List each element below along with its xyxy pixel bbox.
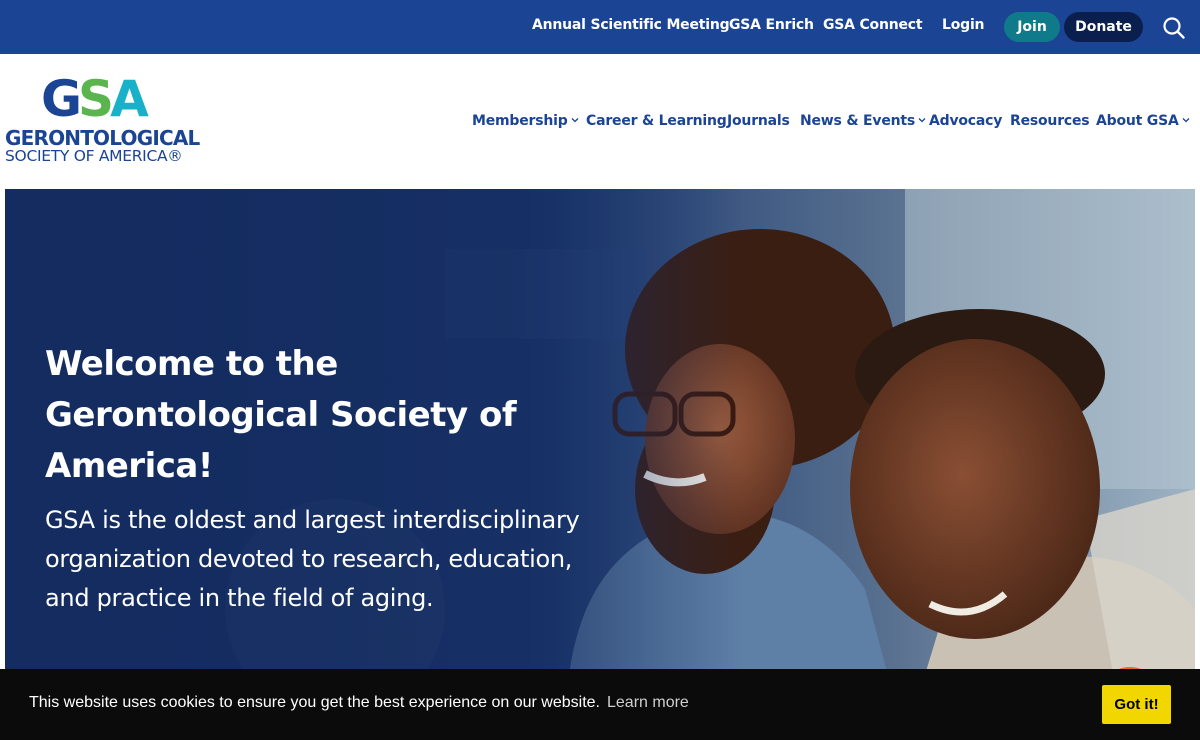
nav-career-learning[interactable]: Career & Learning (586, 113, 727, 129)
learn-more-link[interactable]: Learn more (607, 694, 689, 712)
site-header: GSA GERONTOLOGICAL SOCIETY OF AMERICA® M… (0, 54, 1200, 189)
nav-advocacy[interactable]: Advocacy (929, 113, 1002, 129)
nav-journals[interactable]: Journals (727, 113, 790, 129)
chevron-down-icon (1182, 118, 1190, 123)
login-link[interactable]: Login (942, 17, 985, 33)
join-button[interactable]: Join (1004, 12, 1060, 42)
nav-about-gsa[interactable]: About GSA (1096, 113, 1190, 129)
nav-resources[interactable]: Resources (1010, 113, 1090, 129)
nav-news-events[interactable]: News & Events (800, 113, 926, 129)
chevron-down-icon (918, 118, 926, 123)
nav-membership[interactable]: Membership (472, 113, 579, 129)
donate-button[interactable]: Donate (1064, 12, 1143, 42)
gsa-connect-link[interactable]: GSA Connect (823, 17, 923, 33)
logo-line-2: SOCIETY OF AMERICA® (5, 147, 183, 165)
cookie-banner: This website uses cookies to ensure you … (0, 669, 1200, 740)
hero-description: GSA is the oldest and largest interdisci… (45, 506, 580, 612)
search-icon[interactable] (1162, 16, 1186, 40)
utility-bar: Annual Scientific Meeting GSA Enrich GSA… (0, 0, 1200, 54)
gsa-enrich-link[interactable]: GSA Enrich (729, 17, 814, 33)
annual-scientific-meeting-link[interactable]: Annual Scientific Meeting (532, 17, 730, 33)
hero-banner: Welcome to the Gerontological Society of… (5, 189, 1195, 740)
hero-title: Welcome to the Gerontological Society of… (45, 344, 517, 486)
cookie-message: This website uses cookies to ensure you … (29, 694, 600, 711)
chevron-down-icon (571, 118, 579, 123)
main-navigation: Membership Career & Learning Journals Ne… (0, 113, 1200, 133)
cookie-accept-button[interactable]: Got it! (1102, 685, 1171, 724)
